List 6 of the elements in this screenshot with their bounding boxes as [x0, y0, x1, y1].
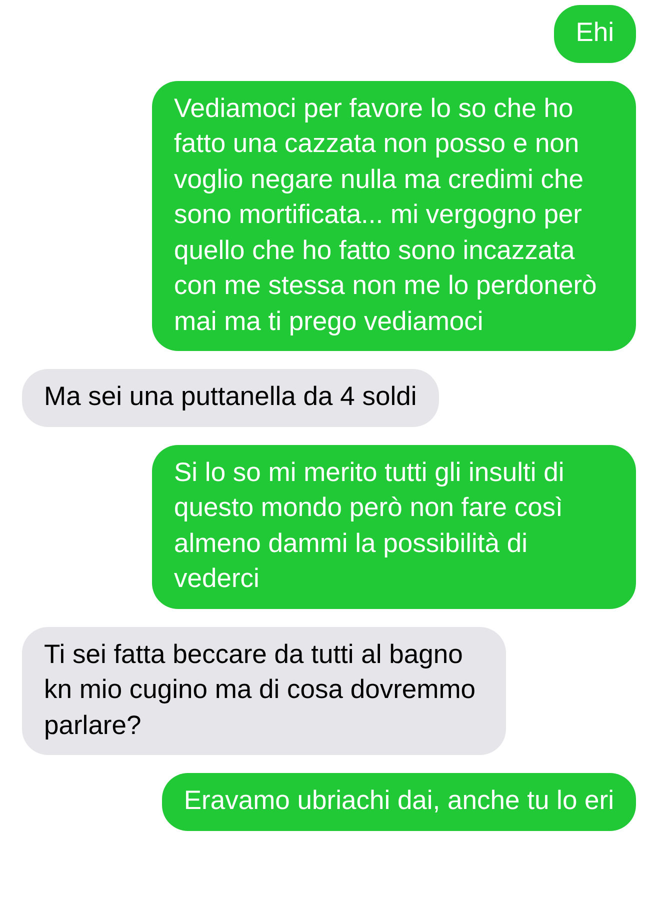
sent-message: Si lo so mi merito tutti gli insulti di questo mondo però non fare così almeno dammi la possibilità di vederci [152, 444, 636, 608]
received-message: Ti sei fatta beccare da tutti al bagno kn mio cugino ma di cosa dovremmo parlare? [22, 626, 506, 755]
sent-message: Eravamo ubriachi dai, anche tu lo eri [162, 773, 636, 830]
sent-message: Vediamoci per favore lo so che ho fatto una cazzata non posso e non voglio negare nulla ma credimi che sono mortificata... mi vergogno per quello che ho fatto sono incazzata con me stessa non me lo perdonerò mai ma ti prego vediamoci [152, 80, 636, 351]
sent-message: Ehi [554, 5, 636, 62]
received-message: Ma sei una puttanella da 4 soldi [22, 369, 439, 426]
